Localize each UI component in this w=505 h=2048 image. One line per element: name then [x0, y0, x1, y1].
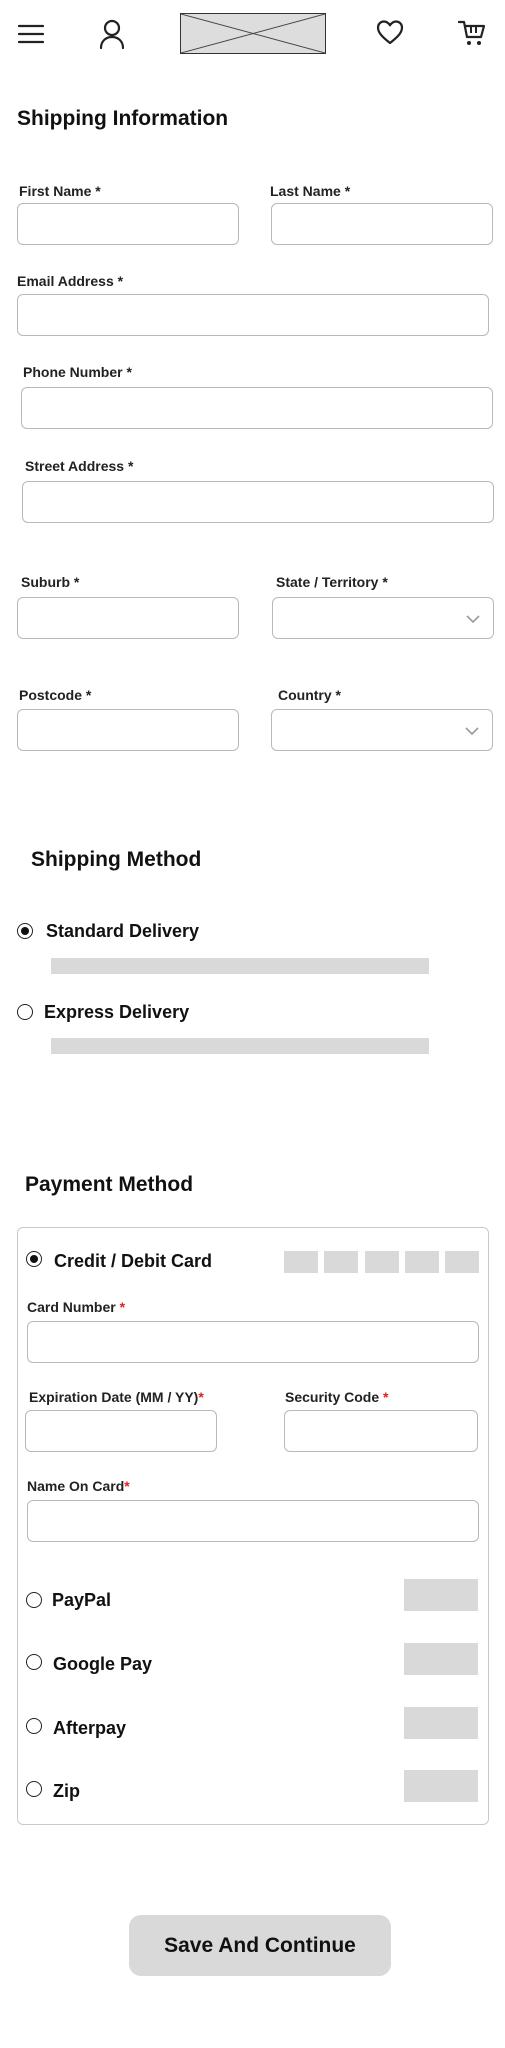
zip-logo-placeholder: [404, 1770, 478, 1802]
express-delivery-label[interactable]: Express Delivery: [44, 1002, 189, 1023]
state-label: State / Territory *: [276, 574, 388, 590]
email-label: Email Address *: [17, 273, 124, 289]
expiration-date-input[interactable]: [26, 1411, 216, 1451]
name-on-card-field[interactable]: [27, 1500, 479, 1542]
security-code-field[interactable]: [284, 1410, 478, 1452]
user-icon[interactable]: [98, 18, 126, 50]
postcode-input[interactable]: [18, 710, 238, 750]
standard-delivery-label[interactable]: Standard Delivery: [46, 921, 199, 942]
afterpay-radio[interactable]: [26, 1718, 42, 1734]
card-brand-logo-placeholder: [284, 1251, 318, 1273]
save-and-continue-button[interactable]: Save And Continue: [129, 1915, 391, 1976]
expiration-date-label: Expiration Date (MM / YY)*: [29, 1389, 204, 1405]
phone-field[interactable]: [21, 387, 493, 429]
chevron-down-icon: [465, 727, 479, 736]
phone-label: Phone Number *: [23, 364, 132, 380]
paypal-logo-placeholder: [404, 1579, 478, 1611]
last-name-label: Last Name *: [270, 183, 351, 199]
standard-delivery-description-placeholder: [51, 958, 429, 974]
zip-label[interactable]: Zip: [53, 1781, 80, 1802]
google-pay-radio[interactable]: [26, 1654, 42, 1670]
google-pay-logo-placeholder: [404, 1643, 478, 1675]
afterpay-label[interactable]: Afterpay: [53, 1718, 126, 1739]
name-on-card-input[interactable]: [28, 1501, 478, 1541]
name-on-card-label: Name On Card*: [27, 1478, 130, 1494]
paypal-label[interactable]: PayPal: [52, 1590, 111, 1611]
email-field[interactable]: [17, 294, 489, 336]
afterpay-logo-placeholder: [404, 1707, 478, 1739]
state-select[interactable]: [272, 597, 494, 639]
first-name-field[interactable]: [17, 203, 239, 245]
suburb-field[interactable]: [17, 597, 239, 639]
logo[interactable]: [180, 13, 326, 54]
last-name-input[interactable]: [272, 204, 492, 244]
email-input[interactable]: [18, 295, 488, 335]
shipping-information-title: Shipping Information: [17, 107, 229, 130]
last-name-field[interactable]: [271, 203, 493, 245]
express-delivery-radio[interactable]: [17, 1004, 33, 1020]
card-brand-logo-placeholder: [324, 1251, 358, 1273]
card-brand-logo-placeholder: [405, 1251, 439, 1273]
payment-method-title: Payment Method: [25, 1173, 194, 1196]
standard-delivery-radio[interactable]: [17, 923, 33, 939]
first-name-input[interactable]: [18, 204, 238, 244]
card-brand-logo-placeholder: [445, 1251, 479, 1273]
credit-card-radio[interactable]: [26, 1251, 42, 1267]
first-name-label: First Name *: [19, 183, 101, 199]
shipping-method-title: Shipping Method: [31, 848, 202, 871]
country-label: Country *: [278, 687, 341, 703]
card-brand-logo-placeholder: [365, 1251, 399, 1273]
credit-card-label[interactable]: Credit / Debit Card: [54, 1251, 212, 1272]
heart-icon[interactable]: [375, 18, 405, 46]
card-number-field[interactable]: [27, 1321, 479, 1363]
country-select[interactable]: [271, 709, 493, 751]
postcode-label: Postcode *: [19, 687, 92, 703]
card-number-input[interactable]: [28, 1322, 478, 1362]
suburb-input[interactable]: [18, 598, 238, 638]
suburb-label: Suburb *: [21, 574, 80, 590]
chevron-down-icon: [466, 615, 480, 624]
google-pay-label[interactable]: Google Pay: [53, 1654, 152, 1675]
security-code-label: Security Code *: [285, 1389, 389, 1405]
expiration-date-field[interactable]: [25, 1410, 217, 1452]
express-delivery-description-placeholder: [51, 1038, 429, 1054]
phone-input[interactable]: [22, 388, 492, 428]
card-number-label: Card Number *: [27, 1299, 126, 1315]
street-address-label: Street Address *: [25, 458, 134, 474]
security-code-input[interactable]: [285, 1411, 477, 1451]
cart-icon[interactable]: [457, 18, 487, 48]
zip-radio[interactable]: [26, 1781, 42, 1797]
street-address-input[interactable]: [23, 482, 493, 522]
street-address-field[interactable]: [22, 481, 494, 523]
hamburger-menu-icon[interactable]: [17, 20, 45, 48]
paypal-radio[interactable]: [26, 1592, 42, 1608]
postcode-field[interactable]: [17, 709, 239, 751]
